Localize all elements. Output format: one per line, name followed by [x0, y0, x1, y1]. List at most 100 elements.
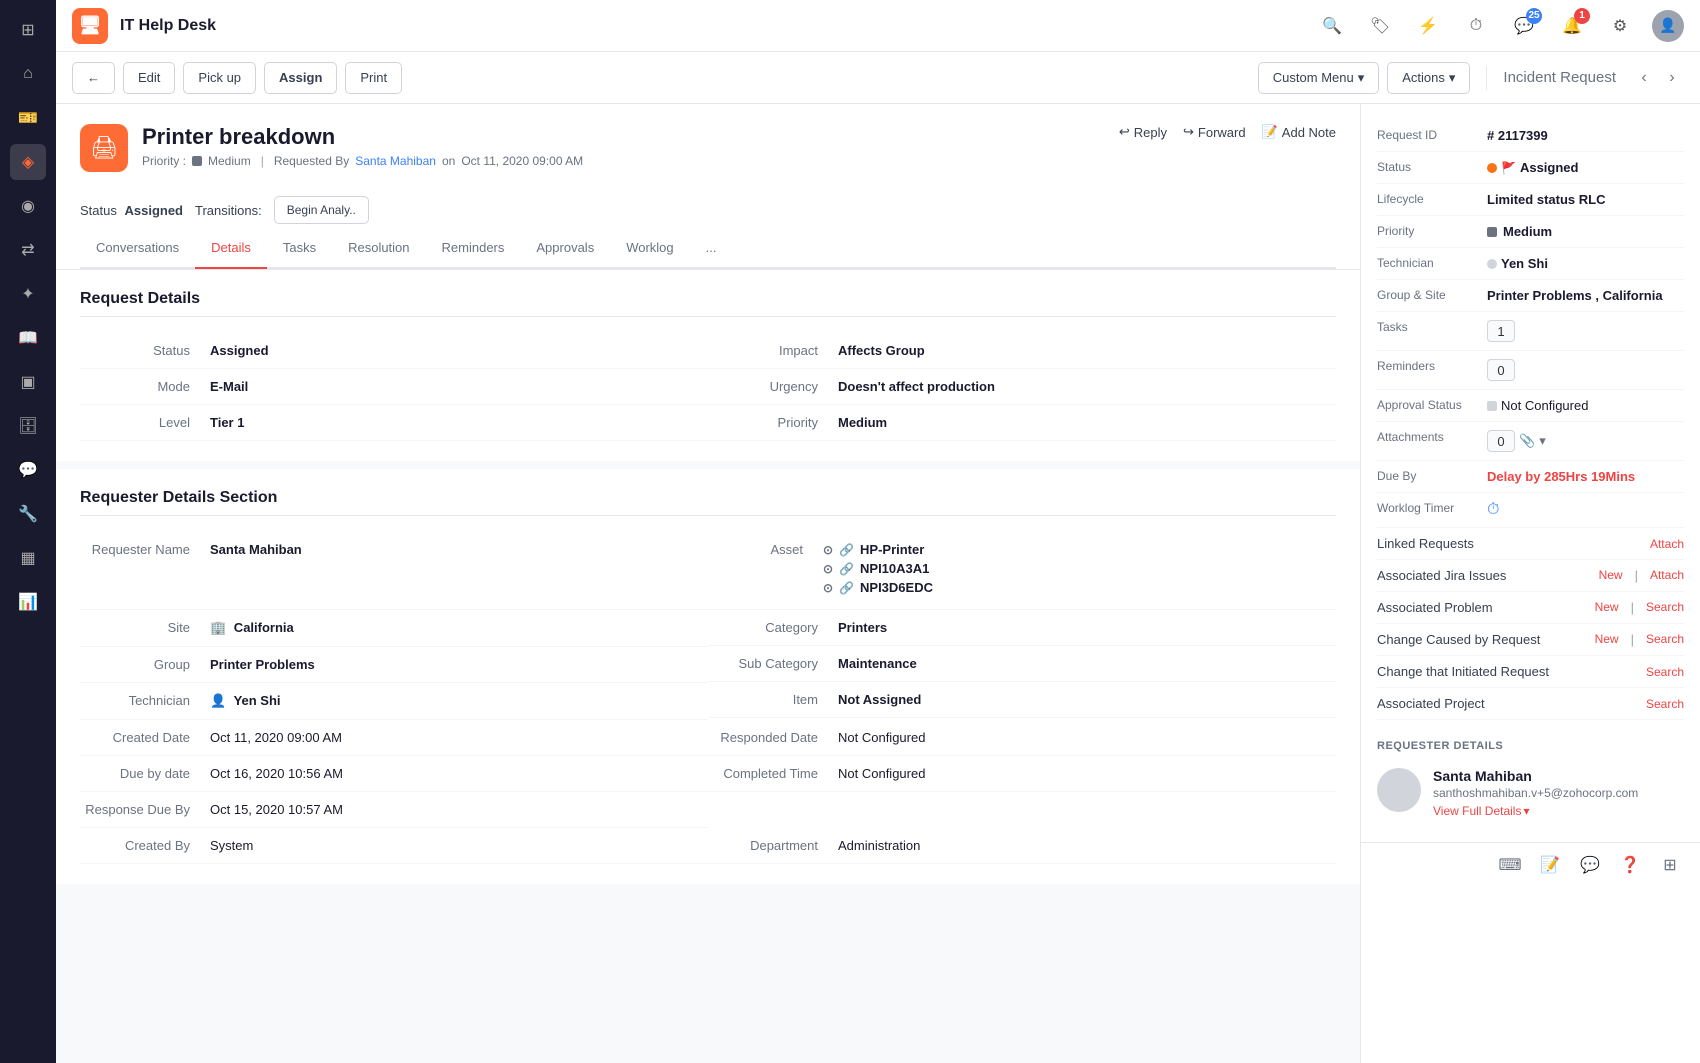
right-panel: Request ID # 2117399 Status 🚩 Assigned L…	[1360, 104, 1700, 1063]
back-button[interactable]: ←	[72, 62, 115, 94]
rp-lifecycle: Lifecycle Limited status RLC	[1377, 184, 1684, 216]
requester-card: Santa Mahiban santhoshmahiban.v+5@zohoco…	[1377, 760, 1684, 826]
pickup-button[interactable]: Pick up	[183, 62, 256, 94]
nav-ticket-icon[interactable]: 🎫	[10, 100, 46, 136]
change-caused-search[interactable]: Search	[1646, 632, 1684, 647]
rp-priority-value: Medium	[1503, 224, 1552, 239]
toolbar: ← Edit Pick up Assign Print Custom Menu …	[56, 52, 1700, 104]
custom-menu-button[interactable]: Custom Menu ▾	[1258, 62, 1379, 94]
nav-active-icon[interactable]: ◈	[10, 144, 46, 180]
problem-new-button[interactable]: New	[1595, 600, 1619, 615]
worklog-timer-icon[interactable]: ⏱	[1487, 501, 1499, 519]
change-initiated-search[interactable]: Search	[1646, 665, 1684, 679]
translate-icon[interactable]: ⌨	[1496, 851, 1524, 879]
requester-details-panel: REQUESTER DETAILS Santa Mahiban santhosh…	[1377, 732, 1684, 826]
rp-request-id: Request ID # 2117399	[1377, 120, 1684, 152]
gear-icon[interactable]: ⚙	[1604, 10, 1636, 42]
nav-grid-icon[interactable]: ⊞	[10, 12, 46, 48]
prev-ticket-button[interactable]: ‹	[1632, 66, 1656, 90]
jira-attach-button[interactable]: Attach	[1650, 568, 1684, 583]
problem-search-button[interactable]: Search	[1646, 600, 1684, 615]
requester-email: santhoshmahiban.v+5@zohocorp.com	[1433, 786, 1638, 800]
change-caused-new[interactable]: New	[1595, 632, 1619, 647]
bell-icon[interactable]: 🔔 1	[1556, 10, 1588, 42]
ticket-icon: 🖨	[80, 124, 128, 172]
chat-bubble-icon[interactable]: 💬	[1576, 851, 1604, 879]
project-search-button[interactable]: Search	[1646, 697, 1684, 711]
jira-new-button[interactable]: New	[1599, 568, 1623, 583]
nav-database-icon[interactable]: 🗄	[10, 408, 46, 444]
begin-analysis-button[interactable]: Begin Analy..	[274, 196, 369, 224]
priority-dot	[192, 156, 202, 166]
rp-approval-status: Approval Status Not Configured	[1377, 390, 1684, 422]
detail-technician: 👤 Yen Shi	[210, 693, 281, 709]
tab-conversations[interactable]: Conversations	[80, 228, 195, 269]
change-initiated-row: Change that Initiated Request Search	[1377, 656, 1684, 688]
rp-reminders: Reminders 0	[1377, 351, 1684, 390]
print-button[interactable]: Print	[345, 62, 402, 94]
next-ticket-button[interactable]: ›	[1660, 66, 1684, 90]
tab-details[interactable]: Details	[195, 228, 267, 269]
nav-chat-icon[interactable]: 💬	[10, 452, 46, 488]
tech-avatar	[1487, 259, 1497, 269]
view-details-link[interactable]: View Full Details ▾	[1433, 804, 1530, 818]
requester-full-name: Santa Mahiban	[1433, 768, 1638, 784]
detail-created-by: System	[210, 838, 253, 853]
assign-button[interactable]: Assign	[264, 62, 337, 94]
nav-puzzle-icon[interactable]: ✦	[10, 276, 46, 312]
add-note-button[interactable]: 📝 Add Note	[1262, 124, 1336, 140]
lightning-icon[interactable]: ⚡	[1412, 10, 1444, 42]
linked-requests-attach[interactable]: Attach	[1650, 537, 1684, 551]
nav-book-icon[interactable]: 📖	[10, 320, 46, 356]
tab-tasks[interactable]: Tasks	[267, 228, 332, 269]
ticket-title: Printer breakdown	[142, 124, 1105, 150]
request-id-value: # 2117399	[1487, 128, 1684, 143]
rp-attachments-count: 0	[1487, 430, 1515, 452]
detail-subcategory: Maintenance	[838, 656, 917, 671]
rp-worklog-timer: Worklog Timer ⏱	[1377, 493, 1684, 528]
nav-grid2-icon[interactable]: ▦	[10, 540, 46, 576]
detail-priority: Medium	[838, 415, 887, 430]
edit-note-icon[interactable]: 📝	[1536, 851, 1564, 879]
actions-button[interactable]: Actions ▾	[1387, 62, 1470, 94]
tab-resolution[interactable]: Resolution	[332, 228, 425, 269]
requester-details-section: Requester Details Section Requester Name…	[56, 469, 1360, 884]
chat-icon[interactable]: 💬 25	[1508, 10, 1540, 42]
detail-group: Printer Problems	[210, 657, 315, 672]
help-circle-icon[interactable]: ❓	[1616, 851, 1644, 879]
tab-approvals[interactable]: Approvals	[520, 228, 610, 269]
nav-chart-icon[interactable]: 📊	[10, 584, 46, 620]
nav-dashboard-icon[interactable]: ◉	[10, 188, 46, 224]
search-icon[interactable]: 🔍	[1316, 10, 1348, 42]
edit-button[interactable]: Edit	[123, 62, 175, 94]
top-header: 🖥 IT Help Desk 🔍 🏷 ⚡ ⏱ 💬 25 🔔 1 ⚙ 👤	[56, 0, 1700, 52]
history-icon[interactable]: ⏱	[1460, 10, 1492, 42]
detail-mode: E-Mail	[210, 379, 248, 394]
linked-requests-row: Linked Requests Attach	[1377, 528, 1684, 560]
user-avatar[interactable]: 👤	[1652, 10, 1684, 42]
nav-home-icon[interactable]: ⌂	[10, 56, 46, 92]
nav-wrench-icon[interactable]: 🔧	[10, 496, 46, 532]
rp-priority: Priority Medium	[1377, 216, 1684, 248]
requester-section-title: Requester Details Section	[80, 489, 1336, 516]
detail-responded-date: Not Configured	[838, 730, 925, 745]
tag-icon[interactable]: 🏷	[1364, 10, 1396, 42]
ticket-meta: Priority : Medium | Requested By Santa M…	[142, 154, 1105, 168]
status-value: Assigned	[124, 203, 183, 218]
bell-badge: 1	[1574, 8, 1590, 24]
requester-link[interactable]: Santa Mahiban	[355, 154, 436, 168]
tab-worklog[interactable]: Worklog	[610, 228, 689, 269]
attachment-icon[interactable]: 📎	[1519, 433, 1535, 449]
nav-shuffle-icon[interactable]: ⇄	[10, 232, 46, 268]
chat-badge: 25	[1526, 8, 1542, 24]
ticket-header: 🖨 Printer breakdown Priority : Medium | …	[56, 104, 1360, 270]
forward-button[interactable]: ↪ Forward	[1183, 124, 1246, 140]
reply-button[interactable]: ↩ Reply	[1119, 124, 1167, 140]
tab-reminders[interactable]: Reminders	[426, 228, 521, 269]
change-caused-row: Change Caused by Request New | Search	[1377, 624, 1684, 656]
nav-box-icon[interactable]: ▣	[10, 364, 46, 400]
tab-more[interactable]: ...	[690, 228, 733, 269]
attachment-dropdown-icon[interactable]: ▾	[1539, 433, 1546, 449]
settings-sliders-icon[interactable]: ⊞	[1656, 851, 1684, 879]
status-label: Status Assigned	[80, 203, 183, 218]
